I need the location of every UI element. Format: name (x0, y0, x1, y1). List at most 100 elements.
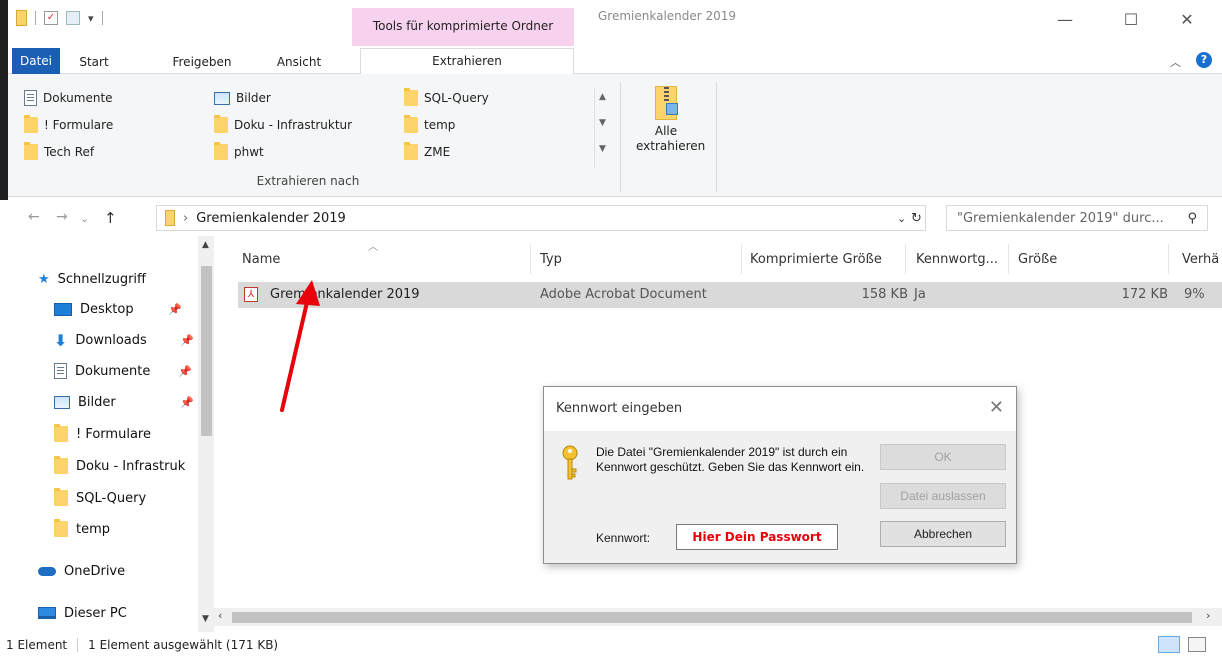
tab-datei[interactable]: Datei (12, 48, 60, 74)
close-button[interactable]: ✕ (1164, 4, 1210, 34)
column-header-size[interactable]: Größe (1018, 246, 1057, 274)
refresh-icon[interactable]: ↻ (911, 211, 922, 226)
details-view-icon[interactable] (1158, 636, 1180, 653)
column-divider[interactable] (530, 244, 531, 274)
extract-target-dokumente[interactable]: Dokumente (24, 88, 113, 108)
password-input[interactable]: Hier Dein Passwort (676, 524, 838, 550)
nav-item-desktop[interactable]: Desktop 📌 (54, 294, 214, 324)
nav-item-temp[interactable]: temp (54, 514, 214, 544)
breadcrumb-current[interactable]: Gremienkalender 2019 (196, 211, 346, 226)
column-divider[interactable] (1008, 244, 1009, 274)
column-divider[interactable] (1168, 244, 1169, 274)
dialog-close-icon[interactable]: ✕ (989, 397, 1004, 418)
star-icon: ★ (38, 271, 50, 287)
pin-icon[interactable]: 📌 (168, 303, 182, 316)
minimize-button[interactable]: — (1042, 4, 1088, 34)
column-divider[interactable] (905, 244, 906, 274)
tab-extrahieren[interactable]: Extrahieren (360, 48, 574, 75)
cell-ratio: 9% (1184, 287, 1205, 302)
column-header-ratio[interactable]: Verhä (1182, 246, 1219, 274)
nav-item-dokumente[interactable]: Dokumente 📌 (54, 356, 214, 386)
search-icon[interactable]: ⚲ (1187, 211, 1197, 226)
nav-item-downloads[interactable]: ⬇ Downloads 📌 (54, 325, 214, 355)
folder-icon (54, 488, 68, 506)
extract-target-bilder[interactable]: Bilder (214, 88, 271, 108)
large-icons-view-icon[interactable] (1188, 637, 1206, 652)
document-icon (24, 90, 37, 106)
nav-item-formulare[interactable]: ! Formulare (54, 419, 214, 449)
extract-target-tech-ref[interactable]: Tech Ref (24, 142, 94, 162)
column-header-password[interactable]: Kennwortg... (916, 246, 998, 274)
new-folder-icon[interactable] (66, 11, 80, 25)
window-left-edge (0, 0, 8, 200)
nav-label: Schnellzugriff (57, 271, 146, 287)
pin-icon[interactable]: 📌 (180, 396, 194, 409)
extract-target-doku-infrastruktur[interactable]: Doku - Infrastruktur (214, 115, 352, 135)
extract-target-phwt[interactable]: phwt (214, 142, 264, 162)
nav-item-doku-infrastruktur[interactable]: Doku - Infrastruk (54, 451, 198, 481)
cell-size: 172 KB (1121, 287, 1168, 302)
extract-target-zme[interactable]: ZME (404, 142, 450, 162)
collapse-ribbon-icon[interactable]: ︿ (1170, 54, 1181, 70)
extract-all-icon (655, 86, 678, 120)
gallery-label: Tech Ref (44, 145, 95, 159)
help-icon[interactable]: ? (1196, 52, 1212, 68)
gallery-expand-icon[interactable]: ▼ (599, 144, 606, 154)
forward-icon[interactable]: → (56, 209, 68, 225)
download-arrow-icon: ⬇ (54, 330, 68, 350)
up-icon[interactable]: ↑ (104, 209, 117, 227)
extract-all-button[interactable]: Alle extrahieren (628, 84, 705, 154)
gallery-scroll[interactable]: ▲ ▼ ▼ (594, 88, 614, 168)
column-header-type[interactable]: Typ (540, 246, 562, 274)
horizontal-scrollbar[interactable]: ‹ › (214, 608, 1222, 626)
nav-scrollbar[interactable]: ▲ ▼ (198, 236, 214, 632)
scroll-right-icon[interactable]: › (1206, 609, 1210, 622)
search-input[interactable]: "Gremienkalender 2019" durc... ⚲ (946, 205, 1208, 231)
window-title: Gremienkalender 2019 (598, 9, 737, 23)
nav-this-pc[interactable]: Dieser PC (38, 598, 214, 628)
scroll-down-icon[interactable]: ▼ (202, 614, 209, 624)
maximize-button[interactable]: ☐ (1108, 4, 1154, 34)
group-separator-2 (716, 82, 717, 192)
extract-target-sql-query[interactable]: SQL-Query (404, 88, 489, 108)
group-label-extract-to: Extrahieren nach (256, 174, 360, 188)
horizontal-scroll-thumb[interactable] (232, 612, 1192, 623)
nav-quick-access[interactable]: ★ Schnellzugriff (38, 264, 214, 294)
column-header-compressed-size[interactable]: Komprimierte Größe (750, 246, 882, 274)
skip-file-button[interactable]: Datei auslassen (880, 483, 1006, 509)
scroll-left-icon[interactable]: ‹ (218, 609, 222, 622)
address-box[interactable]: › Gremienkalender 2019 ⌄ ↻ (156, 205, 926, 231)
properties-icon[interactable]: ✓ (44, 11, 58, 25)
status-item-count: 1 Element (6, 637, 68, 652)
chevron-down-icon[interactable]: ▼ (599, 118, 606, 128)
nav-item-sql-query[interactable]: SQL-Query (54, 483, 214, 513)
extract-target-temp[interactable]: temp (404, 115, 455, 135)
recent-locations-icon[interactable]: ⌄ (80, 212, 89, 225)
title-bar: ✓ ▾ Tools für komprimierte Ordner Gremie… (8, 0, 1222, 46)
search-placeholder: "Gremienkalender 2019" durc... (957, 210, 1164, 226)
table-row[interactable]: ⅄ Gremienkalender 2019 Adobe Acrobat Doc… (238, 282, 1222, 308)
ok-button[interactable]: OK (880, 444, 1006, 470)
folder-icon (214, 115, 228, 133)
nav-item-bilder[interactable]: Bilder 📌 (54, 387, 214, 417)
scroll-up-icon[interactable]: ▲ (202, 240, 209, 250)
tab-freigeben[interactable]: Freigeben (166, 50, 238, 74)
document-icon (54, 363, 67, 379)
back-icon[interactable]: ← (28, 209, 40, 225)
cancel-button[interactable]: Abbrechen (880, 521, 1006, 547)
nav-scroll-thumb[interactable] (201, 266, 212, 436)
pin-icon[interactable]: 📌 (180, 334, 194, 347)
column-divider[interactable] (741, 244, 742, 274)
dialog-title: Kennwort eingeben (556, 401, 683, 416)
nav-label: Doku - Infrastruk (76, 458, 186, 474)
nav-onedrive[interactable]: OneDrive (38, 556, 214, 586)
column-header-name[interactable]: Name (242, 246, 280, 274)
extract-target-formulare[interactable]: ! Formulare (24, 115, 113, 135)
tab-start[interactable]: Start (74, 50, 114, 74)
pin-icon[interactable]: 📌 (178, 365, 192, 378)
customize-qa-icon[interactable]: ▾ (88, 12, 94, 25)
chevron-up-icon[interactable]: ▲ (599, 92, 606, 102)
folder-icon (24, 115, 38, 133)
address-dropdown-icon[interactable]: ⌄ (897, 212, 906, 225)
tab-ansicht[interactable]: Ansicht (270, 50, 328, 74)
